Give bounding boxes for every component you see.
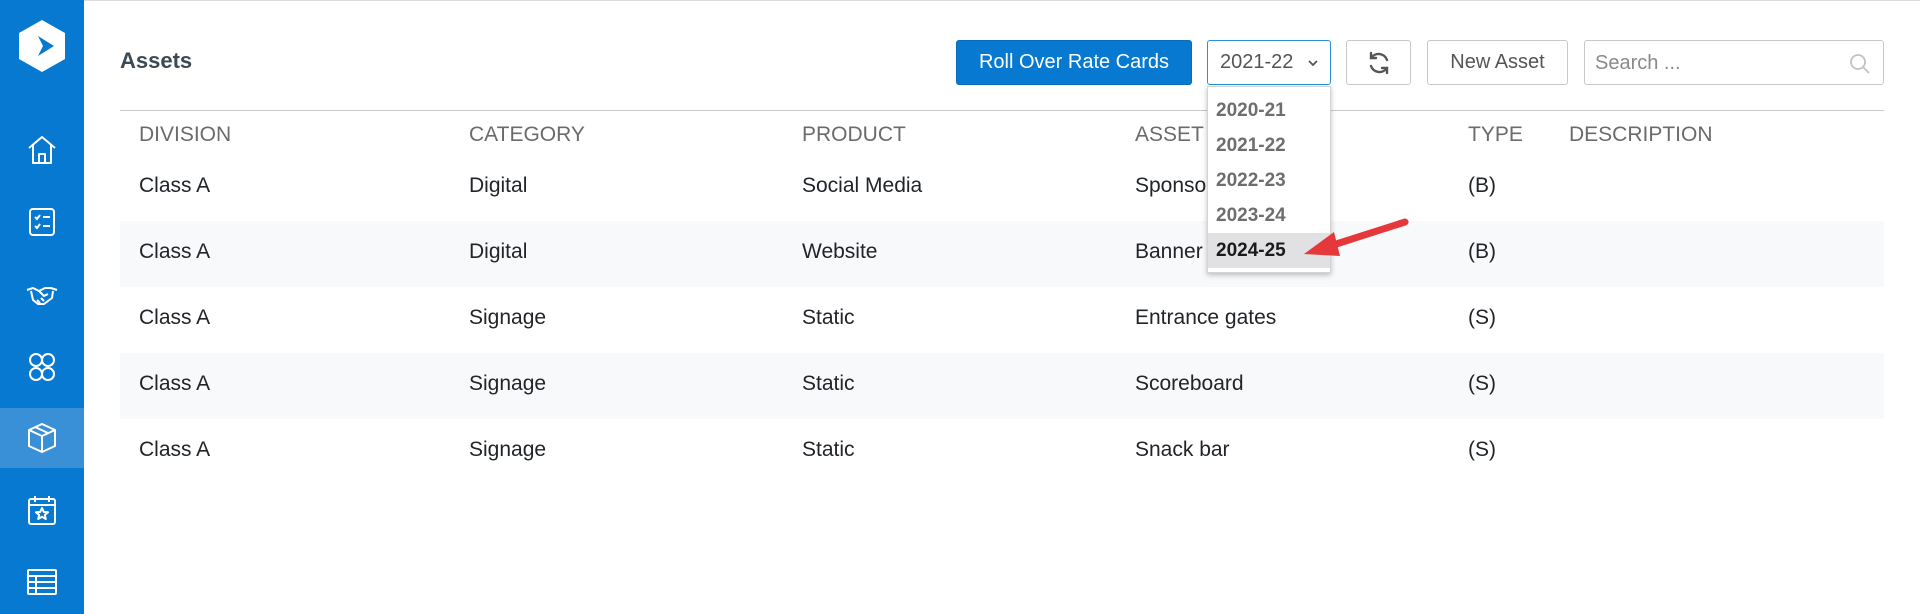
top-border bbox=[84, 0, 1920, 1]
cell-asset: Banner bbox=[1135, 240, 1203, 263]
cell-product: Social Media bbox=[802, 174, 923, 197]
roll-over-rate-cards-button[interactable]: Roll Over Rate Cards bbox=[956, 40, 1192, 85]
cell-category: Signage bbox=[469, 372, 547, 395]
cell-division: Class A bbox=[139, 174, 211, 197]
cell-type: (B) bbox=[1468, 240, 1496, 263]
sidebar-item-assets[interactable] bbox=[0, 408, 84, 468]
new-asset-button[interactable]: New Asset bbox=[1427, 40, 1568, 85]
cell-division: Class A bbox=[139, 438, 211, 461]
cell-type: (S) bbox=[1468, 306, 1496, 329]
people-icon bbox=[29, 353, 55, 381]
page-title: Assets bbox=[120, 48, 193, 73]
cell-type: (S) bbox=[1468, 438, 1496, 461]
app-logo[interactable] bbox=[14, 18, 70, 74]
cell-asset: Scoreboard bbox=[1135, 372, 1244, 395]
column-header-product[interactable]: PRODUCT bbox=[802, 123, 906, 147]
year-option-highlighted[interactable]: 2024-25 bbox=[1208, 233, 1330, 268]
cell-division: Class A bbox=[139, 306, 211, 329]
chevron-down-icon bbox=[1308, 60, 1318, 67]
column-header-division[interactable]: DIVISION bbox=[139, 123, 231, 147]
search-box bbox=[1584, 40, 1884, 85]
search-input[interactable] bbox=[1595, 49, 1835, 77]
box-icon bbox=[28, 423, 56, 453]
cell-category: Signage bbox=[469, 306, 547, 329]
header-divider bbox=[120, 110, 1884, 111]
table-icon bbox=[27, 569, 57, 595]
sidebar-item-tasks[interactable] bbox=[0, 192, 84, 252]
cell-product: Static bbox=[802, 306, 855, 329]
cell-type: (B) bbox=[1468, 174, 1496, 197]
cell-product: Static bbox=[802, 372, 855, 395]
cell-asset: Entrance gates bbox=[1135, 306, 1277, 329]
sidebar-item-people[interactable] bbox=[0, 337, 84, 397]
cell-asset: Sponso bbox=[1135, 174, 1207, 197]
column-header-type[interactable]: TYPE bbox=[1468, 123, 1523, 147]
year-select[interactable]: 2021-22 bbox=[1207, 40, 1331, 85]
cell-type: (S) bbox=[1468, 372, 1496, 395]
sidebar-item-deals[interactable] bbox=[0, 265, 84, 325]
cell-product: Static bbox=[802, 438, 855, 461]
home-icon bbox=[28, 136, 56, 164]
year-option[interactable]: 2022-23 bbox=[1208, 163, 1330, 198]
calendar-star-icon bbox=[28, 496, 56, 525]
cell-category: Digital bbox=[469, 174, 528, 197]
year-option[interactable]: 2021-22 bbox=[1208, 128, 1330, 163]
cell-division: Class A bbox=[139, 240, 211, 263]
sidebar-item-home[interactable] bbox=[0, 120, 84, 180]
year-select-value: 2021-22 bbox=[1220, 51, 1294, 73]
cell-division: Class A bbox=[139, 372, 211, 395]
year-dropdown-menu: 2020-21 2021-22 2022-23 2023-24 2024-25 bbox=[1207, 86, 1331, 273]
table-row[interactable]: Class A Digital Website Banner (B) bbox=[120, 221, 1884, 287]
table-row[interactable]: Class A Signage Static Entrance gates (S… bbox=[120, 287, 1884, 353]
table-row[interactable]: Class A Signage Static Snack bar (S) bbox=[120, 419, 1884, 485]
year-option[interactable]: 2023-24 bbox=[1208, 198, 1330, 233]
column-header-asset[interactable]: ASSET bbox=[1135, 123, 1204, 147]
checklist-icon bbox=[29, 208, 55, 236]
cell-category: Signage bbox=[469, 438, 547, 461]
handshake-icon bbox=[26, 287, 58, 305]
cell-product: Website bbox=[802, 240, 878, 263]
refresh-icon bbox=[1369, 51, 1388, 74]
refresh-button[interactable] bbox=[1346, 40, 1411, 85]
table-row[interactable]: Class A Signage Static Scoreboard (S) bbox=[120, 353, 1884, 419]
column-header-description[interactable]: DESCRIPTION bbox=[1569, 123, 1713, 147]
cell-asset: Snack bar bbox=[1135, 438, 1230, 461]
cell-category: Digital bbox=[469, 240, 528, 263]
sidebar bbox=[0, 0, 84, 614]
sidebar-item-events[interactable] bbox=[0, 480, 84, 540]
sidebar-item-reports[interactable] bbox=[0, 552, 84, 612]
table-row[interactable]: Class A Digital Social Media Sponso (B) bbox=[120, 155, 1884, 221]
year-option[interactable]: 2020-21 bbox=[1208, 93, 1330, 128]
search-icon[interactable] bbox=[1849, 53, 1871, 75]
column-header-category[interactable]: CATEGORY bbox=[469, 123, 585, 147]
